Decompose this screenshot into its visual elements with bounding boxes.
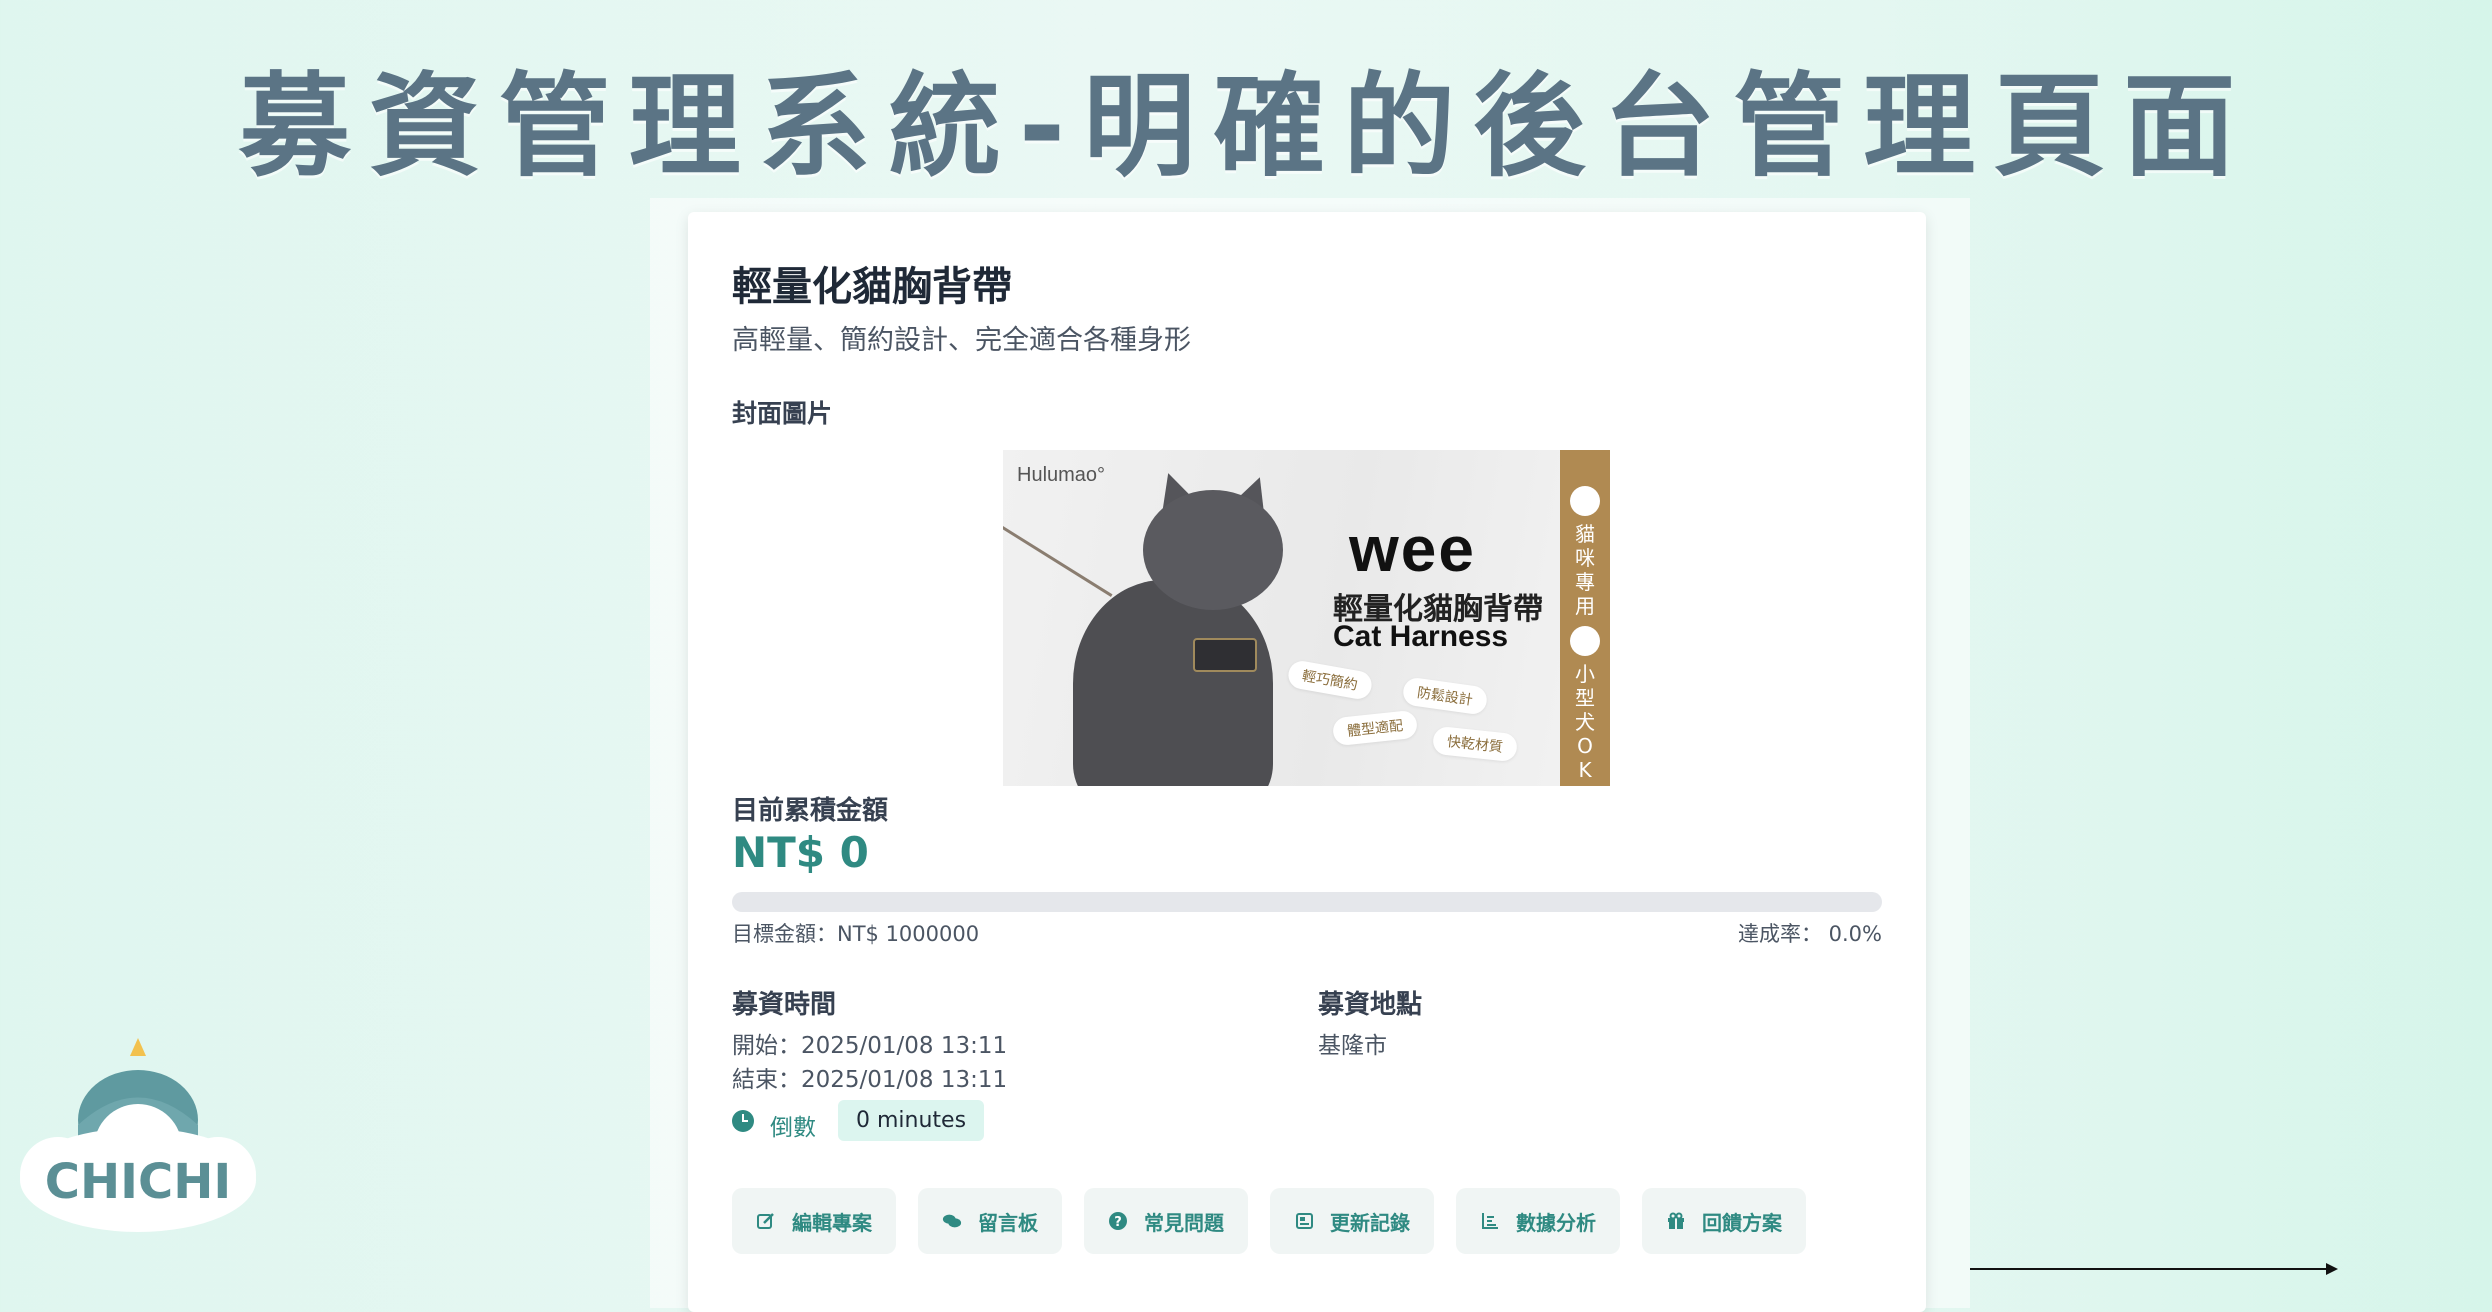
- countdown-badge: 0 minutes: [838, 1100, 985, 1141]
- start-time: 開始：2025/01/08 13:11: [732, 1033, 1008, 1059]
- current-amount: NT$ 0: [732, 828, 869, 877]
- pointer-arrow-line: [1970, 1268, 2330, 1270]
- rewards-plan-label: 回饋方案: [1702, 1210, 1782, 1235]
- mascot-text: CHICHI: [45, 1154, 232, 1210]
- comments-icon: [942, 1211, 962, 1231]
- faq-label: 常見問題: [1144, 1210, 1224, 1235]
- chichi-mascot-logo: CHICHI: [20, 1038, 256, 1232]
- newspaper-icon: [1294, 1211, 1314, 1231]
- band-text-bottom: 小型犬OK: [1575, 662, 1595, 782]
- gift-icon: [1666, 1211, 1686, 1231]
- rewards-plan-button[interactable]: 回饋方案: [1642, 1188, 1806, 1254]
- dog-face-icon: [1570, 626, 1600, 656]
- cover-tag: 防鬆設計: [1401, 676, 1489, 716]
- message-board-button[interactable]: 留言板: [918, 1188, 1062, 1254]
- leash-graphic: [1003, 520, 1113, 597]
- edit-project-label: 編輯專案: [792, 1210, 872, 1235]
- cat-illustration: [1073, 580, 1273, 786]
- funding-progress-bar: [732, 892, 1882, 912]
- project-panel: 輕量化貓胸背帶 高輕量、簡約設計、完全適合各種身形 封面圖片 Hulumao° …: [688, 212, 1926, 1312]
- funding-time-heading: 募資時間: [732, 990, 837, 1020]
- message-board-label: 留言板: [978, 1210, 1038, 1235]
- faq-button[interactable]: ? 常見問題: [1084, 1188, 1248, 1254]
- funding-location-value: 基隆市: [1318, 1033, 1387, 1059]
- cover-headline: wee: [1349, 513, 1476, 585]
- action-buttons: 編輯專案 留言板 ? 常見問題 更新記錄 數據分析 回饋方案: [732, 1188, 1806, 1254]
- pointer-arrow-icon: [2326, 1263, 2338, 1275]
- edit-project-button[interactable]: 編輯專案: [732, 1188, 896, 1254]
- funding-location-heading: 募資地點: [1318, 990, 1423, 1020]
- end-time: 結束：2025/01/08 13:11: [732, 1067, 1008, 1093]
- cat-head: [1143, 490, 1283, 610]
- harness-buckle: [1193, 638, 1257, 672]
- project-subtitle: 高輕量、簡約設計、完全適合各種身形: [732, 325, 1191, 356]
- cover-tag: 體型適配: [1331, 709, 1419, 747]
- cover-side-band: 貓咪專用 小型犬OK: [1560, 450, 1610, 786]
- cover-title-en: Cat Harness: [1333, 620, 1509, 653]
- update-log-label: 更新記錄: [1330, 1210, 1410, 1235]
- band-text-top: 貓咪專用: [1575, 522, 1595, 618]
- project-title: 輕量化貓胸背帶: [732, 264, 1012, 310]
- achievement-rate: 達成率： 0.0%: [1737, 922, 1882, 946]
- cover-tag: 快乾材質: [1431, 725, 1519, 763]
- cover-image: Hulumao° wee 輕量化貓胸背帶 Cat Harness 輕巧簡約 防鬆…: [1003, 450, 1610, 786]
- amount-label: 目前累積金額: [732, 796, 889, 826]
- cat-face-icon: [1570, 486, 1600, 516]
- cover-image-label: 封面圖片: [732, 399, 833, 428]
- data-analysis-label: 數據分析: [1516, 1210, 1596, 1235]
- cover-brand-logo: Hulumao°: [1017, 464, 1106, 486]
- svg-text:?: ?: [1114, 1215, 1122, 1230]
- goal-amount: 目標金額：NT$ 1000000: [732, 922, 980, 946]
- cover-tag: 輕巧簡約: [1286, 658, 1374, 702]
- edit-icon: [756, 1211, 776, 1231]
- question-icon: ?: [1108, 1211, 1128, 1231]
- slide-title: 募資管理系統-明確的後台管理頁面: [238, 62, 2254, 192]
- update-log-button[interactable]: 更新記錄: [1270, 1188, 1434, 1254]
- data-analysis-button[interactable]: 數據分析: [1456, 1188, 1620, 1254]
- countdown-label: 倒數: [770, 1115, 816, 1141]
- chart-icon: [1480, 1211, 1500, 1231]
- clock-icon: [732, 1110, 754, 1132]
